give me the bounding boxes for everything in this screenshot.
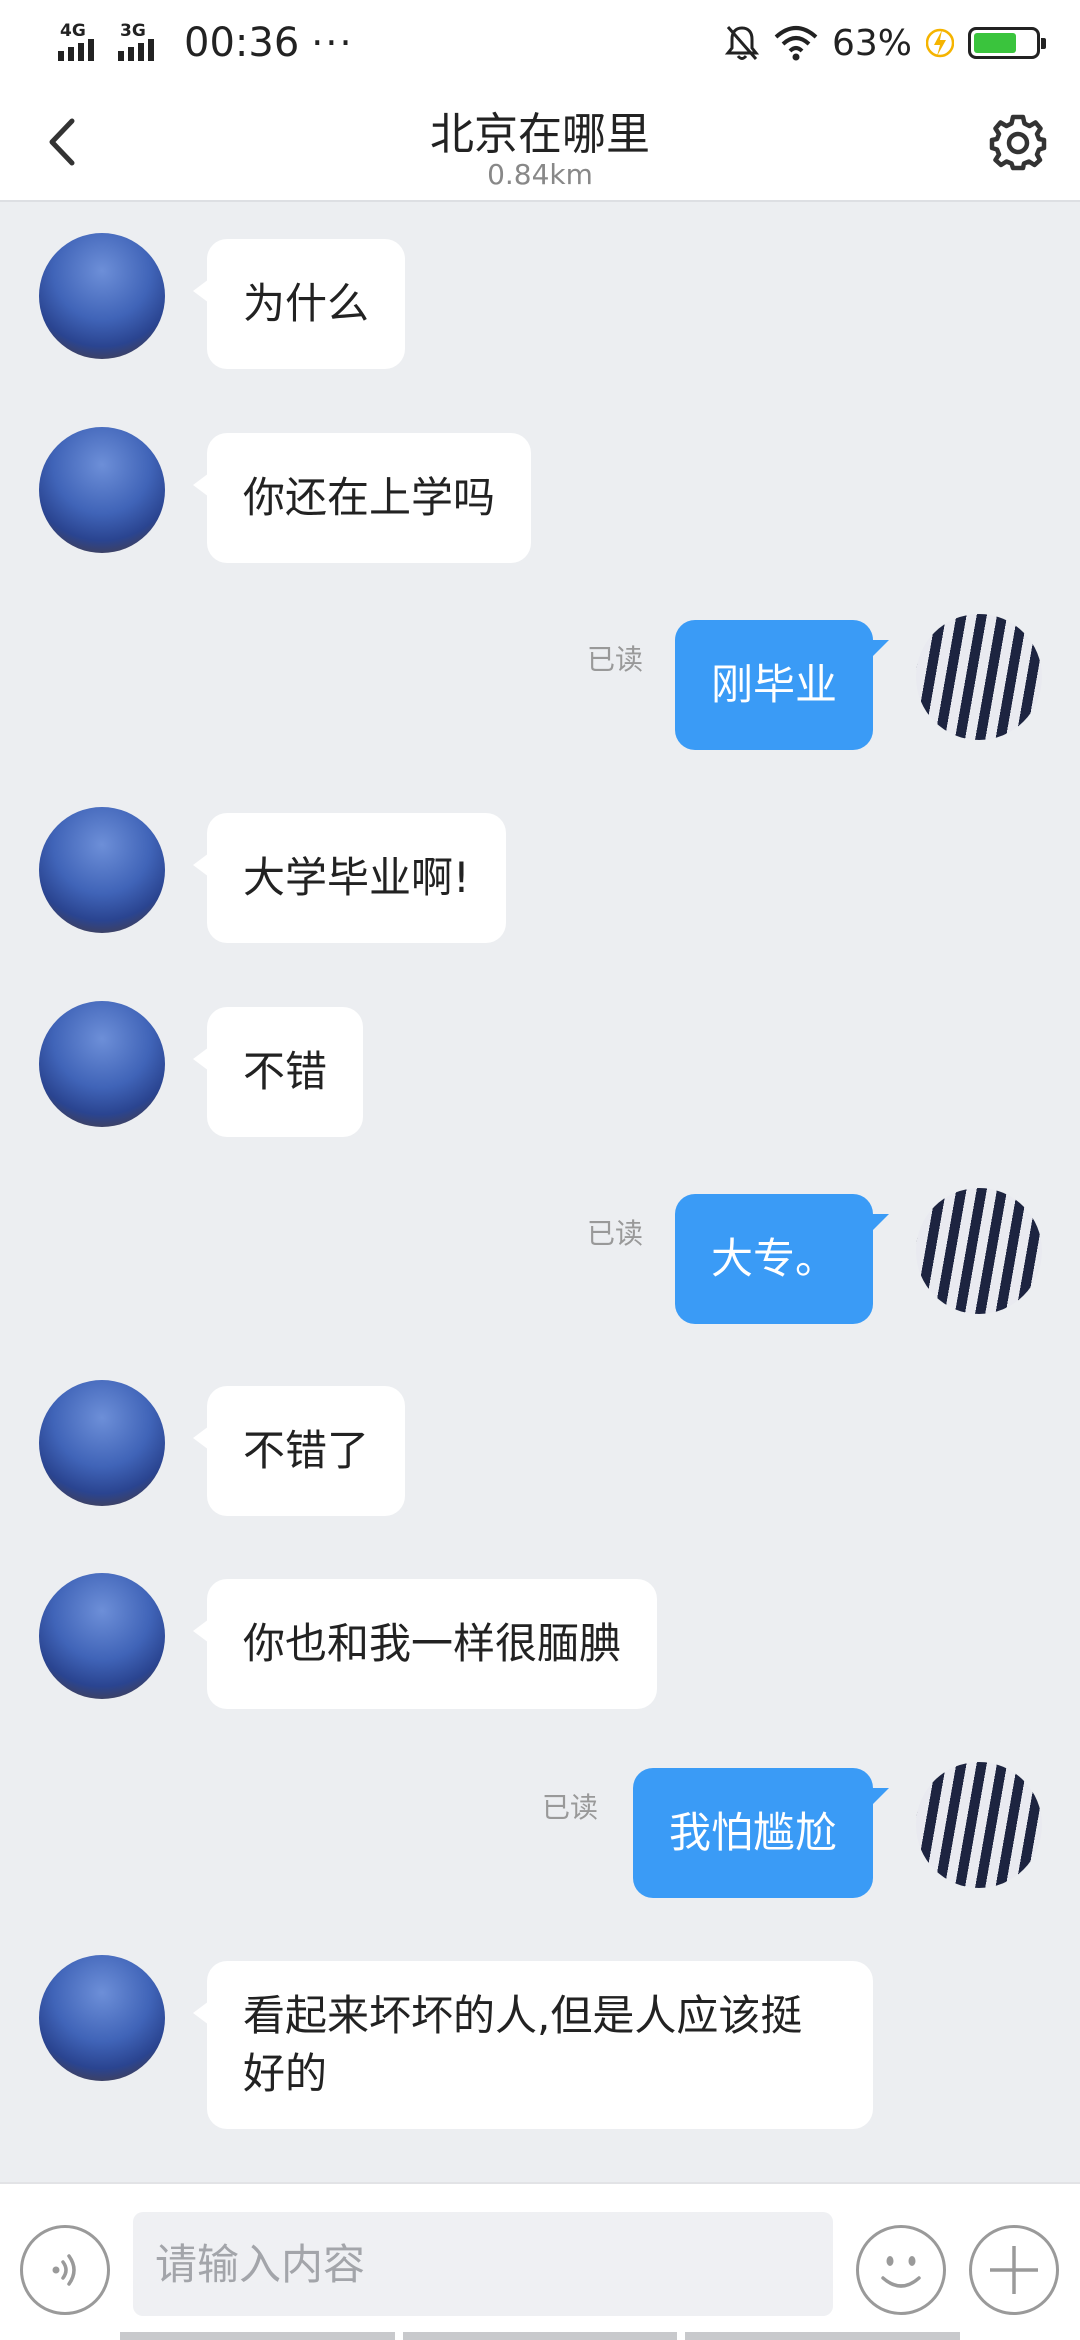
message-bubble[interactable]: 不错了 [192,1386,406,1516]
read-receipt: 已读 [586,643,643,676]
network-type-2: 3G [120,21,146,41]
mute-icon [724,26,760,60]
chat-title: 北京在哪里 [430,109,650,160]
chat-header: 北京在哪里 0.84km [0,84,1080,202]
charging-icon [926,28,954,58]
status-left: 4G 3G 00:36 ··· [58,18,354,68]
voice-icon [52,2254,76,2286]
contact-avatar[interactable] [39,233,165,359]
contact-avatar[interactable] [39,807,165,933]
user-avatar[interactable] [916,1188,1042,1314]
message-bubble[interactable]: 不错 [192,1007,364,1137]
status-time: 00:36 [184,20,300,66]
emoji-icon [881,2256,921,2288]
status-bar: 4G 3G 00:36 ··· 63% [0,0,1080,84]
network-type-1: 4G [60,21,86,41]
battery-icon [968,27,1046,59]
read-receipt: 已读 [586,1217,643,1250]
signal-icon: 4G [58,21,110,63]
more-notifications-icon: ··· [311,21,354,65]
battery-percent: 63% [831,22,912,64]
contact-avatar[interactable] [39,1380,165,1506]
message-input[interactable] [133,2212,833,2316]
message-list[interactable]: 为什么 你还在上学吗 已读 刚毕业 大学毕业啊! 不错 已读 大专。 不错了 你… [0,204,1080,2180]
message-bubble[interactable]: 刚毕业 [674,620,890,750]
input-bar [0,2182,1080,2340]
read-receipt: 已读 [541,1791,598,1824]
settings-button[interactable] [986,110,1050,174]
signal-icon: 3G [118,21,170,63]
contact-avatar[interactable] [39,427,165,553]
contact-avatar[interactable] [39,1001,165,1127]
wifi-icon [774,26,818,61]
message-bubble[interactable]: 我怕尴尬 [632,1768,890,1898]
message-bubble[interactable]: 大学毕业啊! [193,813,506,943]
settings-icon [989,114,1047,171]
keyboard-preview-strip [120,2332,961,2340]
user-avatar[interactable] [916,614,1042,740]
contact-avatar[interactable] [39,1955,165,2081]
status-right: 63% [724,18,1046,68]
contact-avatar[interactable] [39,1573,165,1699]
voice-button[interactable] [20,2225,110,2315]
message-bubble[interactable]: 为什么 [192,239,406,369]
message-bubble[interactable]: 你也和我一样很腼腆 [192,1579,658,1709]
user-avatar[interactable] [916,1762,1042,1888]
message-bubble[interactable]: 大专。 [674,1194,890,1324]
message-bubble[interactable]: 看起来坏坏的人,但是人应该挺好的 [193,1961,873,2129]
distance-label: 0.84km [487,158,593,191]
more-button[interactable] [969,2225,1059,2315]
plus-icon [990,2246,1038,2294]
emoji-button[interactable] [856,2225,946,2315]
message-bubble[interactable]: 你还在上学吗 [192,433,532,563]
